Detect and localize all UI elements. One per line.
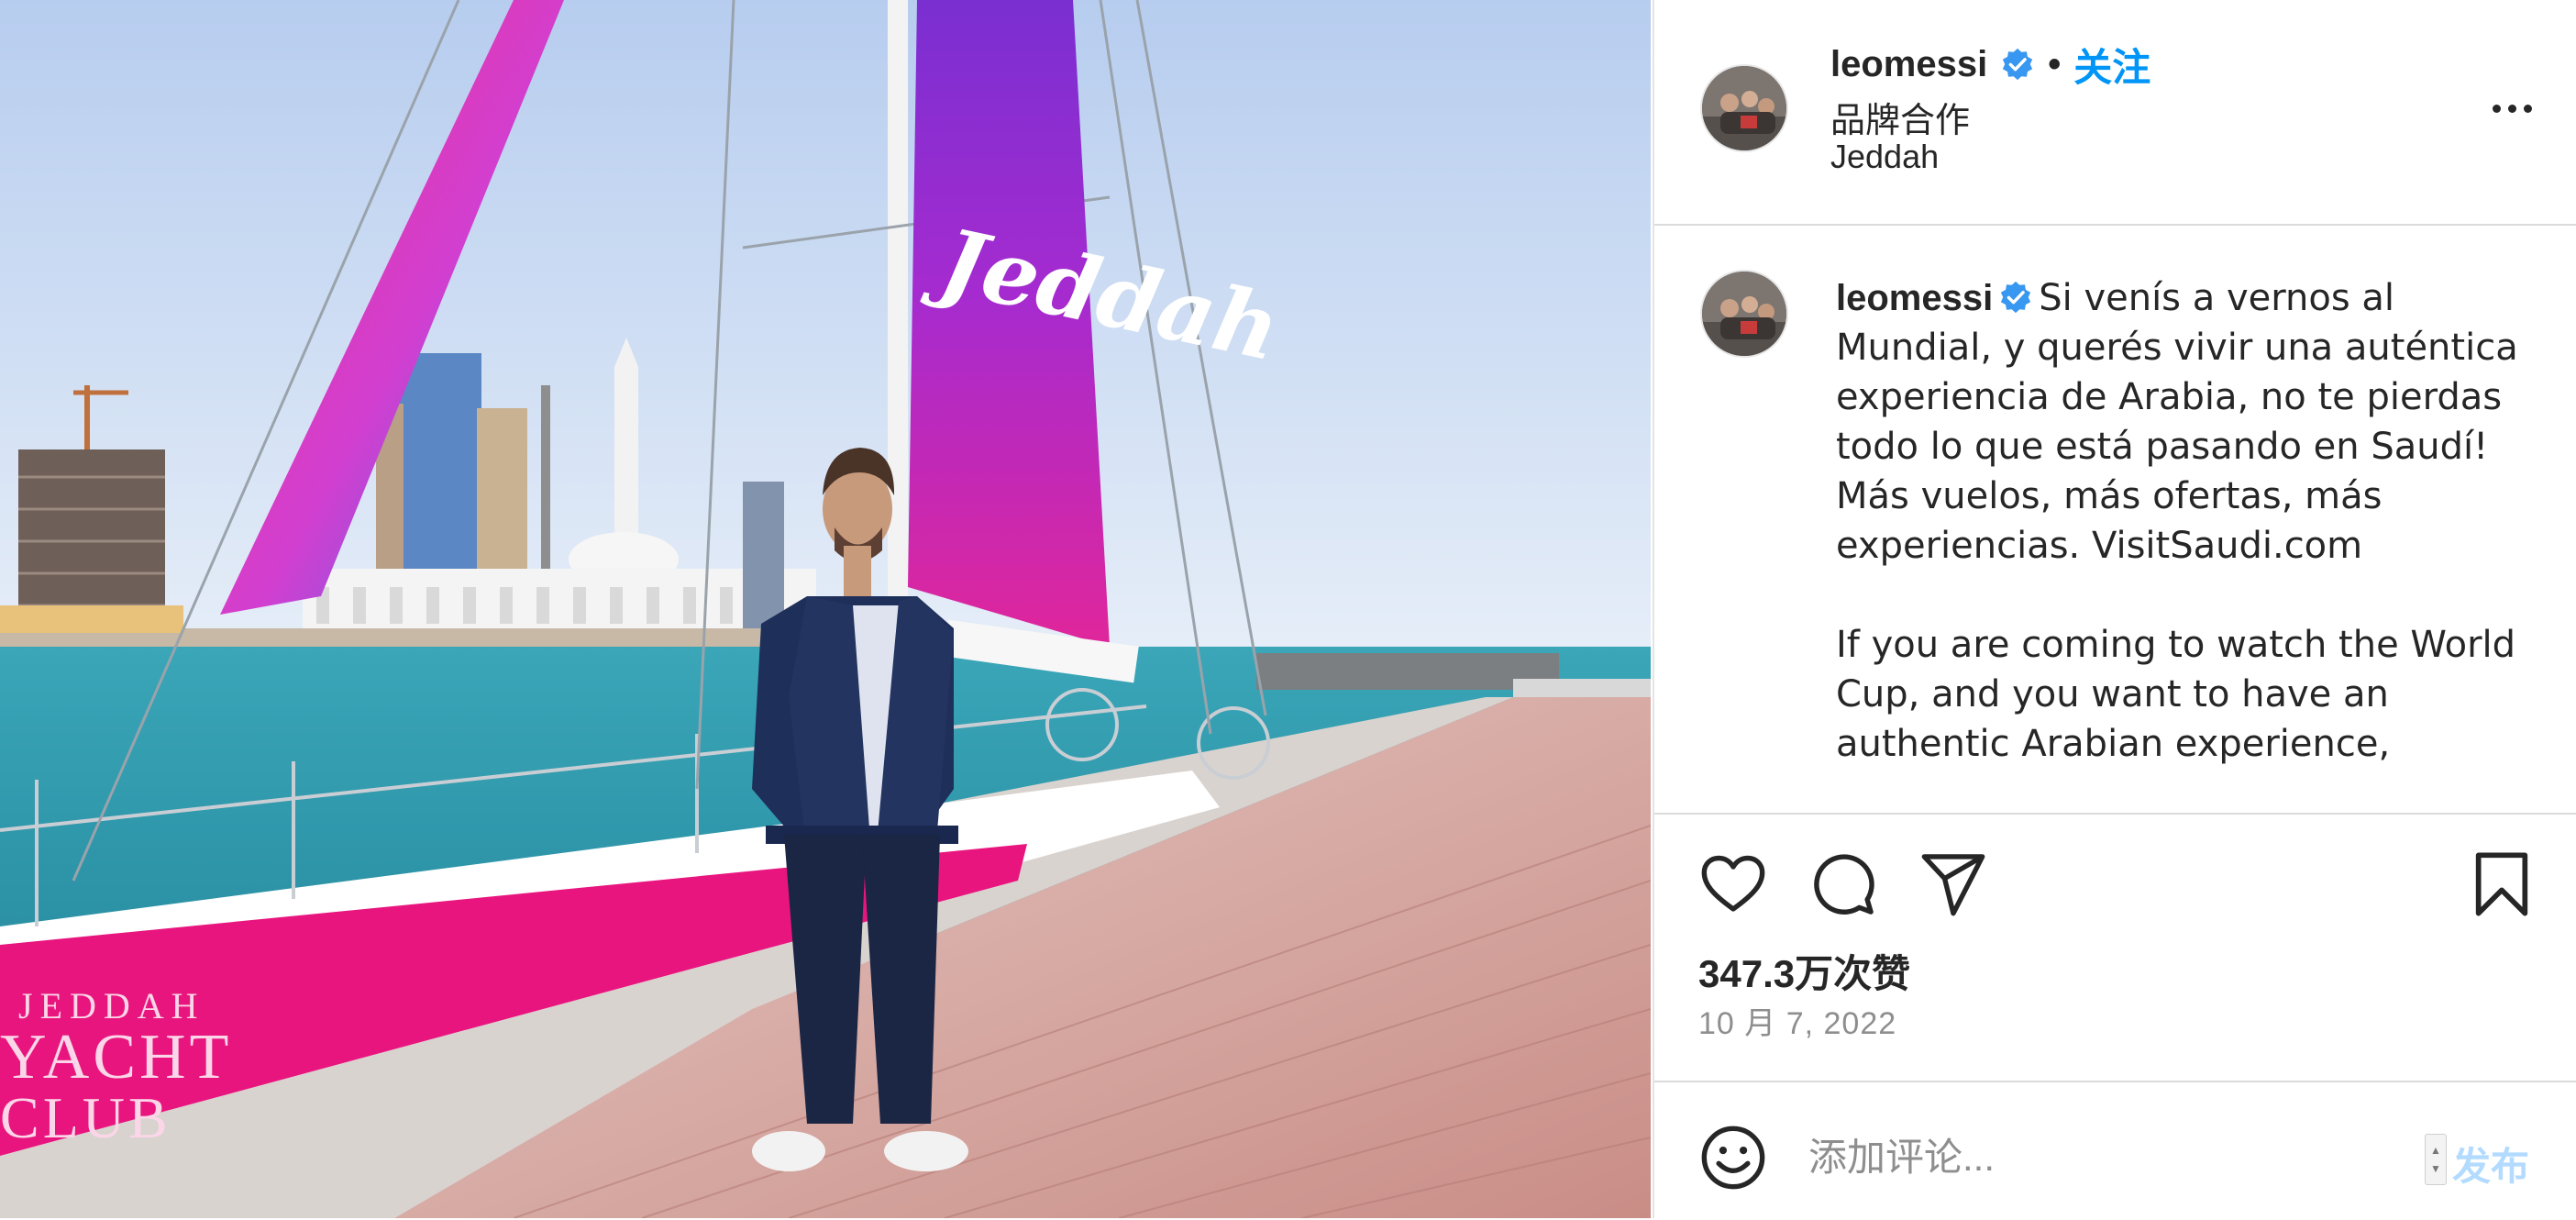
caption-section: leomessi Si venís a vernos al Mundial, y … xyxy=(1654,226,2576,813)
likes-count[interactable]: 347.3万次赞 xyxy=(1698,943,1910,999)
author-avatar[interactable] xyxy=(1700,64,1788,152)
textarea-resize-handle[interactable]: ▲ ▼ xyxy=(2425,1134,2447,1185)
instagram-post-view: JEDDAH YACHT CLUB Jeddah leomessi • 关注 品… xyxy=(0,0,2576,1218)
verified-badge-icon xyxy=(2001,281,2031,314)
follow-button[interactable]: 关注 xyxy=(2073,37,2150,93)
verified-badge-icon xyxy=(2003,48,2033,81)
hull-text-line3: CLUB xyxy=(0,1085,171,1150)
paper-plane-icon[interactable] xyxy=(1918,849,1988,919)
author-username[interactable]: leomessi xyxy=(1830,44,1987,85)
more-dot xyxy=(2492,104,2501,113)
post-date: 10 月 7, 2022 xyxy=(1698,1006,1897,1041)
publish-button[interactable]: 发布 xyxy=(2452,1136,2529,1192)
post-actions: 347.3万次赞 10 月 7, 2022 xyxy=(1654,813,2576,1090)
header-top-line: leomessi • 关注 xyxy=(1830,37,2150,92)
resize-down-arrow: ▼ xyxy=(2430,1162,2441,1175)
bookmark-icon[interactable] xyxy=(2467,849,2537,919)
post-location[interactable]: Jeddah xyxy=(1830,138,1939,176)
caption-body: Si venís a vernos al Mundial, y querés v… xyxy=(1836,277,2518,765)
post-photo[interactable]: JEDDAH YACHT CLUB Jeddah xyxy=(0,0,1651,1218)
avatar-image xyxy=(1702,66,1786,150)
add-comment-bar: ▲ ▼ 发布 xyxy=(1654,1081,2576,1220)
caption-text-block: leomessi Si venís a vernos al Mundial, y … xyxy=(1836,273,2533,769)
caption-avatar[interactable] xyxy=(1700,270,1788,358)
post-details-panel: leomessi • 关注 品牌合作 Jeddah leomessi Si ve… xyxy=(1653,0,2576,1218)
more-dot xyxy=(2507,104,2516,113)
hull-text-line2: YACHT xyxy=(0,1022,232,1092)
comment-input[interactable] xyxy=(1807,1126,2342,1189)
heart-icon[interactable] xyxy=(1698,849,1768,919)
avatar-image xyxy=(1702,272,1786,356)
resize-up-arrow: ▲ xyxy=(2430,1144,2441,1157)
caption-username[interactable]: leomessi xyxy=(1836,278,1993,318)
post-header: leomessi • 关注 品牌合作 Jeddah xyxy=(1654,0,2576,226)
header-separator: • xyxy=(2048,43,2062,84)
more-options-icon[interactable] xyxy=(2475,81,2548,136)
comment-bubble-icon[interactable] xyxy=(1808,849,1878,919)
hull-text-line1: JEDDAH xyxy=(18,985,205,1026)
photo-illustration: JEDDAH YACHT CLUB Jeddah xyxy=(0,0,1651,1218)
emoji-smiley-icon[interactable] xyxy=(1698,1123,1768,1192)
paid-partnership-label[interactable]: 品牌合作 xyxy=(1830,92,1970,142)
more-dot xyxy=(2523,104,2532,113)
